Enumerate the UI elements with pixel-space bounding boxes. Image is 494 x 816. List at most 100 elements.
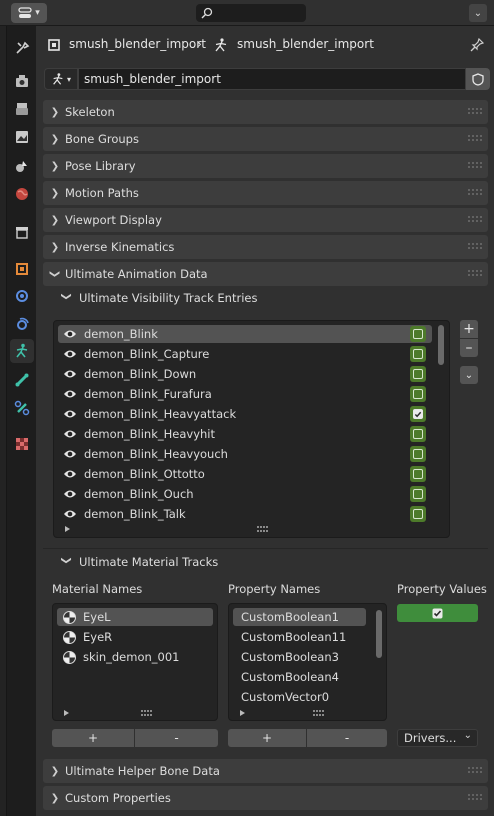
section-custom-properties[interactable]: ❯ Custom Properties: [43, 786, 488, 810]
visibility-checkbox[interactable]: [410, 466, 426, 482]
filter-toggle-icon[interactable]: [64, 710, 69, 716]
list-resize-handle-icon[interactable]: [313, 710, 325, 716]
visibility-track-row[interactable]: demon_Blink_Heavyattack: [58, 405, 432, 423]
visibility-track-row[interactable]: demon_Blink_Furafura: [58, 385, 432, 403]
remove-track-button[interactable]: –: [460, 339, 478, 357]
material-row[interactable]: EyeR: [57, 628, 213, 646]
property-row[interactable]: CustomBoolean3: [233, 648, 366, 666]
property-value-checkbox[interactable]: [397, 604, 478, 622]
list-scrollbar[interactable]: [376, 610, 382, 658]
tool-icon[interactable]: [10, 36, 34, 60]
drag-handle-icon[interactable]: [468, 108, 482, 116]
visibility-track-row[interactable]: demon_Blink_Capture: [58, 345, 432, 363]
visibility-checkbox[interactable]: [410, 426, 426, 442]
view-layer-icon[interactable]: [10, 125, 34, 149]
particles-icon[interactable]: [10, 284, 34, 308]
drag-handle-icon[interactable]: [468, 767, 482, 775]
property-row[interactable]: CustomBoolean4: [233, 668, 366, 686]
visibility-track-row[interactable]: demon_Blink_Ottotto: [58, 465, 432, 483]
output-icon[interactable]: [10, 97, 34, 121]
section-pose-library[interactable]: ❯ Pose Library: [43, 154, 488, 178]
drag-handle-icon[interactable]: [468, 243, 482, 251]
material-row[interactable]: skin_demon_001: [57, 648, 213, 666]
drag-handle-icon[interactable]: [468, 189, 482, 197]
section-ultimate-animation-data[interactable]: ❯ Ultimate Animation Data: [43, 262, 488, 286]
section-inverse-kinematics[interactable]: ❯ Inverse Kinematics: [43, 235, 488, 259]
eye-icon[interactable]: [63, 348, 77, 360]
eye-icon[interactable]: [63, 468, 77, 480]
visibility-track-row[interactable]: demon_Blink_Heavyhit: [58, 425, 432, 443]
property-row[interactable]: CustomBoolean11: [233, 628, 366, 646]
texture-icon[interactable]: [10, 432, 34, 456]
collection-icon[interactable]: [10, 220, 34, 244]
filter-toggle-icon[interactable]: [240, 710, 245, 716]
search-input[interactable]: [196, 4, 306, 22]
eye-icon[interactable]: [63, 408, 77, 420]
filter-toggle-icon[interactable]: [65, 526, 70, 532]
list-resize-handle-icon[interactable]: [257, 526, 269, 532]
bone-icon[interactable]: [10, 368, 34, 392]
visibility-track-list[interactable]: demon_Blink demon_Blink_Capture demon_Blin…: [53, 320, 450, 538]
object-data-armature-icon[interactable]: [10, 339, 34, 363]
visibility-checkbox[interactable]: [410, 406, 426, 422]
visibility-checkbox[interactable]: [410, 366, 426, 382]
world-icon[interactable]: [10, 182, 34, 206]
visibility-track-row[interactable]: demon_Blink_Down: [58, 365, 432, 383]
fake-user-button[interactable]: [466, 68, 490, 90]
drivers-dropdown[interactable]: Drivers... ⌄: [397, 729, 478, 747]
drag-handle-icon[interactable]: [468, 794, 482, 802]
scene-icon[interactable]: [10, 154, 34, 178]
visibility-track-row[interactable]: demon_Blink_Talk: [58, 505, 432, 523]
eye-icon[interactable]: [63, 328, 77, 340]
visibility-track-row[interactable]: demon_Blink: [58, 325, 432, 343]
drag-handle-icon[interactable]: [468, 162, 482, 170]
section-bone-groups[interactable]: ❯ Bone Groups: [43, 127, 488, 151]
eye-icon[interactable]: [63, 508, 77, 520]
visibility-checkbox[interactable]: [410, 446, 426, 462]
material-row[interactable]: EyeL: [57, 608, 213, 626]
section-viewport-display[interactable]: ❯ Viewport Display: [43, 208, 488, 232]
eye-icon[interactable]: [63, 388, 77, 400]
section-ultimate-helper-bone-data[interactable]: ❯ Ultimate Helper Bone Data: [43, 759, 488, 783]
drag-handle-icon[interactable]: [468, 270, 482, 278]
visibility-track-row[interactable]: demon_Blink_Ouch: [58, 485, 432, 503]
search-icon: [201, 7, 213, 19]
list-specials-menu-button[interactable]: ⌄: [460, 366, 478, 384]
render-icon[interactable]: [10, 69, 34, 93]
section-motion-paths[interactable]: ❯ Motion Paths: [43, 181, 488, 205]
visibility-checkbox[interactable]: [410, 506, 426, 522]
armature-name-field[interactable]: smush_blender_import: [78, 68, 466, 90]
remove-property-button[interactable]: -: [307, 729, 387, 747]
visibility-checkbox[interactable]: [410, 486, 426, 502]
editor-type-selector[interactable]: ▾: [11, 3, 47, 23]
pin-icon[interactable]: [469, 37, 485, 53]
add-track-button[interactable]: +: [460, 320, 478, 338]
drag-handle-icon[interactable]: [468, 135, 482, 143]
subsection-visibility-track-entries[interactable]: ❯ Ultimate Visibility Track Entries: [57, 286, 477, 310]
section-skeleton[interactable]: ❯ Skeleton: [43, 100, 488, 124]
property-row[interactable]: CustomBoolean1: [233, 608, 366, 626]
material-names-list[interactable]: EyeL EyeR skin_demon_001: [52, 603, 218, 721]
property-row[interactable]: CustomVector0: [233, 688, 366, 706]
list-scrollbar[interactable]: [438, 325, 444, 365]
visibility-checkbox[interactable]: [410, 386, 426, 402]
visibility-checkbox[interactable]: [410, 346, 426, 362]
armature-browse-button[interactable]: ▾: [44, 68, 78, 90]
visibility-checkbox[interactable]: [410, 326, 426, 342]
options-dropdown-button[interactable]: ⌄: [469, 4, 487, 22]
drag-handle-icon[interactable]: [468, 216, 482, 224]
add-property-button[interactable]: +: [228, 729, 306, 747]
physics-icon[interactable]: [10, 312, 34, 336]
list-resize-handle-icon[interactable]: [141, 710, 153, 716]
subsection-material-tracks[interactable]: ❯ Ultimate Material Tracks: [57, 550, 477, 574]
eye-icon[interactable]: [63, 368, 77, 380]
eye-icon[interactable]: [63, 448, 77, 460]
eye-icon[interactable]: [63, 428, 77, 440]
remove-material-button[interactable]: -: [135, 729, 218, 747]
eye-icon[interactable]: [63, 488, 77, 500]
visibility-track-row[interactable]: demon_Blink_Heavyouch: [58, 445, 432, 463]
bone-constraint-icon[interactable]: [10, 396, 34, 420]
property-names-list[interactable]: CustomBoolean1 CustomBoolean11 CustomBoole…: [228, 603, 387, 721]
object-icon[interactable]: [10, 257, 34, 281]
add-material-button[interactable]: +: [52, 729, 134, 747]
